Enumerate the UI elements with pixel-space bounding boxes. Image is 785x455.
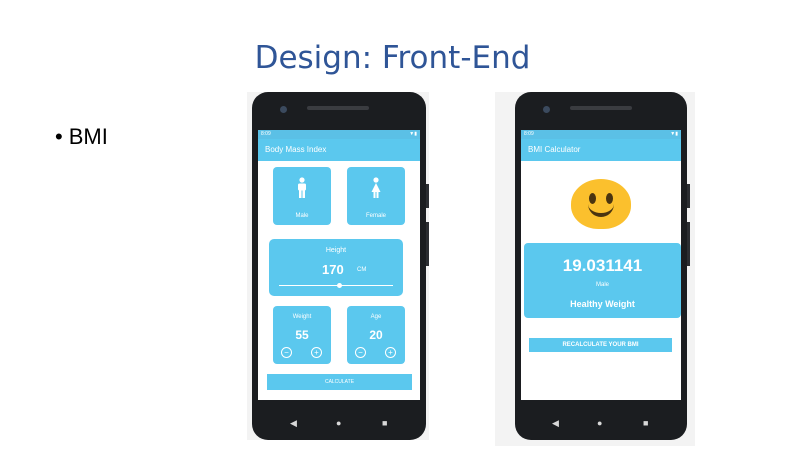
result-status: Healthy Weight xyxy=(570,299,635,309)
phone2-device: 8:09 ▼▮ BMI Calculator 19.031141 Male He… xyxy=(515,92,687,440)
male-card[interactable]: Male xyxy=(273,167,331,225)
volume-button xyxy=(426,222,429,266)
height-card: Height 170 CM xyxy=(269,239,403,296)
height-value: 170 xyxy=(322,262,344,277)
bullet-text: BMI xyxy=(68,124,108,149)
front-camera-icon xyxy=(543,106,550,113)
male-label: Male xyxy=(295,213,309,219)
smiling-face-icon xyxy=(571,179,631,229)
volume-button xyxy=(687,222,690,266)
phone1-screen: 8:09 ▼▮ Body Mass Index Male Female Heig… xyxy=(258,130,420,400)
nav-bar: ◀ ● ■ xyxy=(252,408,426,440)
age-plus-button[interactable]: + xyxy=(385,347,396,358)
female-card[interactable]: Female xyxy=(347,167,405,225)
nav-recent-icon[interactable]: ■ xyxy=(382,418,387,428)
age-value: 20 xyxy=(369,328,383,342)
bullet-dot-icon: • xyxy=(55,124,63,149)
calculate-button[interactable]: CALCULATE xyxy=(267,374,412,390)
status-time: 8:09 xyxy=(524,131,534,137)
power-button xyxy=(426,184,429,208)
slide-title: Design: Front-End xyxy=(254,40,531,76)
age-label: Age xyxy=(370,314,382,320)
speaker-grille xyxy=(570,106,632,110)
app-bar-title: BMI Calculator xyxy=(521,139,681,161)
phone1-device: 8:09 ▼▮ Body Mass Index Male Female Heig… xyxy=(252,92,426,440)
nav-recent-icon[interactable]: ■ xyxy=(643,418,648,428)
height-slider-thumb[interactable] xyxy=(336,283,342,288)
nav-bar: ◀ ● ■ xyxy=(515,408,687,440)
nav-home-icon[interactable]: ● xyxy=(597,418,602,428)
weight-minus-button[interactable]: − xyxy=(281,347,292,358)
battery-icon: ▼▮ xyxy=(409,131,417,137)
gender-label: Male xyxy=(595,282,609,288)
height-label: Height xyxy=(325,247,347,254)
emoji-left-eye xyxy=(589,193,596,204)
speaker-grille xyxy=(307,106,369,110)
power-button xyxy=(687,184,690,208)
status-bar: 8:09 ▼▮ xyxy=(258,130,420,139)
app-bar-title: Body Mass Index xyxy=(258,139,420,161)
nav-back-icon[interactable]: ◀ xyxy=(552,418,559,429)
status-bar: 8:09 ▼▮ xyxy=(521,130,681,139)
front-camera-icon xyxy=(280,106,287,113)
status-time: 8:09 xyxy=(261,131,271,137)
weight-label: Weight xyxy=(292,314,312,320)
nav-back-icon[interactable]: ◀ xyxy=(290,418,297,429)
phone2-screen: 8:09 ▼▮ BMI Calculator 19.031141 Male He… xyxy=(521,130,681,400)
emoji-mouth xyxy=(588,204,614,217)
age-card: Age 20 − + xyxy=(347,306,405,364)
nav-home-icon[interactable]: ● xyxy=(336,418,341,428)
result-card: 19.031141 Male Healthy Weight xyxy=(524,243,681,318)
weight-card: Weight 55 − + xyxy=(273,306,331,364)
age-minus-button[interactable]: − xyxy=(355,347,366,358)
height-unit: CM xyxy=(357,267,367,273)
recalculate-button[interactable]: RECALCULATE YOUR BMI xyxy=(529,338,672,352)
female-icon xyxy=(347,177,405,205)
battery-icon: ▼▮ xyxy=(670,131,678,137)
male-icon xyxy=(273,177,331,205)
weight-plus-button[interactable]: + xyxy=(311,347,322,358)
weight-value: 55 xyxy=(295,328,309,342)
emoji-right-eye xyxy=(606,193,613,204)
female-label: Female xyxy=(365,213,386,219)
bmi-value: 19.031141 xyxy=(562,256,643,275)
height-slider[interactable] xyxy=(279,283,393,288)
bullet-item: • BMI xyxy=(55,124,108,150)
